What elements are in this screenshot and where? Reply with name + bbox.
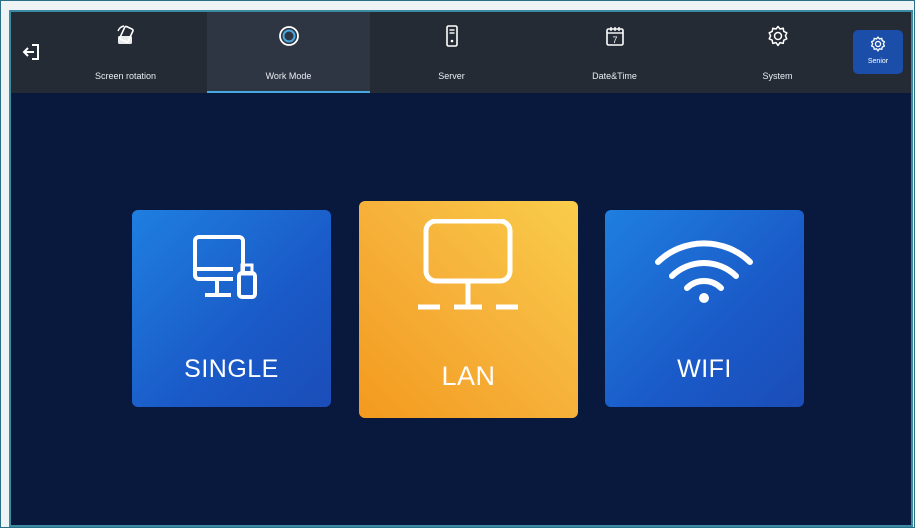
tab-label: System [762,71,793,81]
calendar-icon: 7 [604,25,626,47]
mode-label: LAN [441,361,496,391]
server-icon [441,25,463,47]
tab-server[interactable]: Server [370,12,533,93]
wifi-icon [654,236,754,304]
tab-label: Server [438,71,465,81]
outer-frame: Screen rotation Work Mode Server 7 Date&… [0,0,915,528]
tab-label: Screen rotation [94,71,157,81]
work-mode-icon [278,25,300,47]
tab-label: Date&Time [592,71,637,81]
mode-card-wifi[interactable]: WIFI [605,210,804,407]
device-screen: Screen rotation Work Mode Server 7 Date&… [9,10,913,527]
senior-label: Senior [867,58,889,65]
gear-icon [870,36,886,52]
tab-screen-rotation[interactable]: Screen rotation [44,12,207,93]
tab-label: Work Mode [265,71,312,81]
tab-date-time[interactable]: 7 Date&Time [533,12,696,93]
mode-card-single[interactable]: SINGLE [132,210,331,407]
senior-settings-button[interactable]: Senior [853,30,903,74]
mode-card-lan[interactable]: LAN [359,201,578,418]
active-tab-indicator [207,91,370,93]
tab-work-mode[interactable]: Work Mode [207,12,370,93]
top-navigation-bar: Screen rotation Work Mode Server 7 Date&… [11,12,911,93]
calendar-day: 7 [612,35,617,45]
gear-icon [767,25,789,47]
monitor-network-icon [416,219,520,311]
monitor-usb-icon [193,235,269,305]
mode-label: WIFI [677,355,732,383]
screen-rotation-icon [115,25,137,47]
exit-icon[interactable] [22,42,42,62]
tab-system[interactable]: System [696,12,859,93]
mode-label: SINGLE [184,355,279,383]
